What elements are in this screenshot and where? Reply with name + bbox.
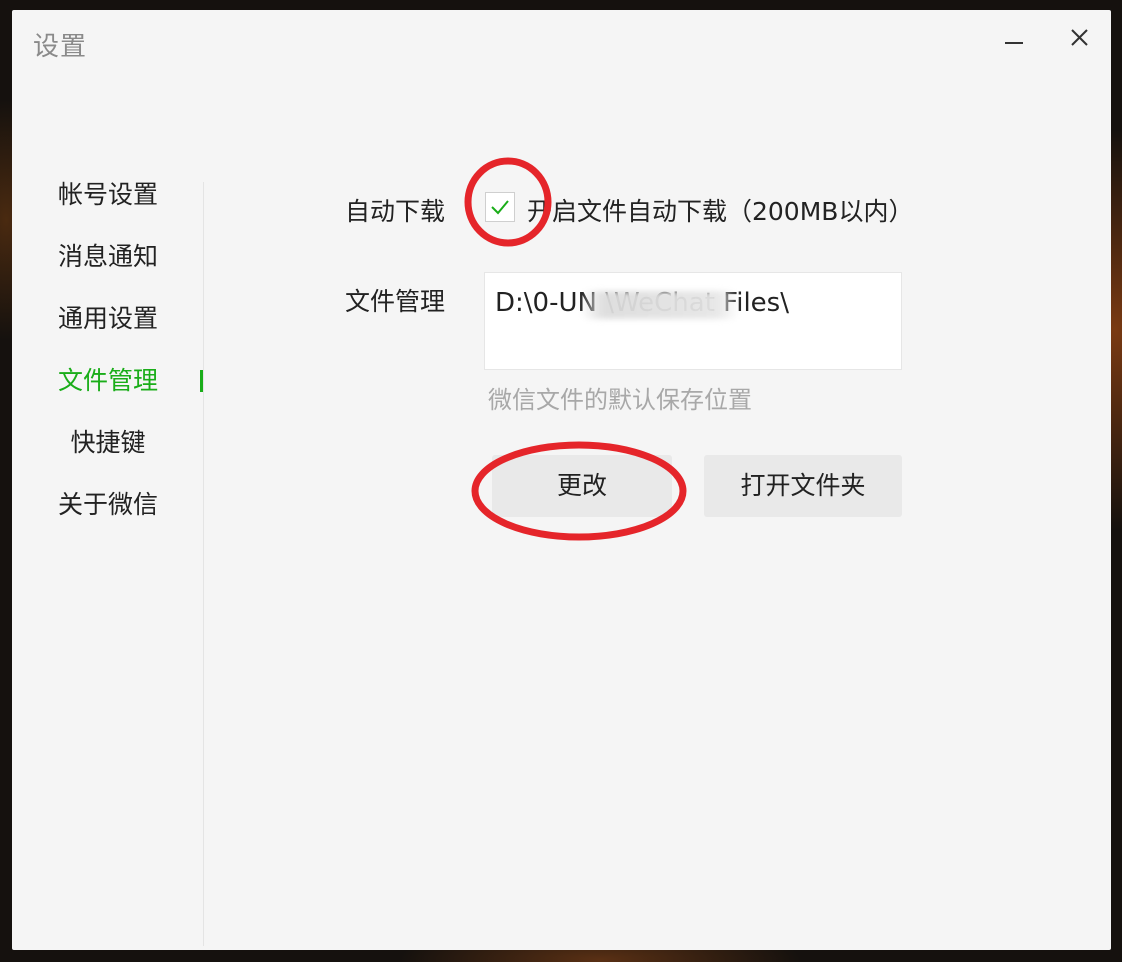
minimize-icon — [1005, 42, 1023, 44]
check-icon — [491, 200, 509, 215]
redacted-path-blur — [580, 291, 740, 319]
change-button[interactable]: 更改 — [492, 455, 672, 517]
auto-download-checkbox-label[interactable]: 开启文件自动下载（200MB以内） — [527, 192, 913, 228]
sidebar-item-notifications[interactable]: 消息通知 — [12, 232, 204, 282]
active-nav-indicator — [200, 370, 203, 392]
close-icon — [1071, 29, 1088, 46]
file-path-box: D:\0-UN \WeChat Files\ — [484, 272, 902, 370]
close-button[interactable] — [1060, 22, 1100, 54]
sidebar-item-general[interactable]: 通用设置 — [12, 294, 204, 344]
file-management-label: 文件管理 — [345, 287, 446, 316]
auto-download-label: 自动下载 — [345, 197, 446, 226]
window-title: 设置 — [33, 32, 88, 62]
sidebar-item-account[interactable]: 帐号设置 — [12, 170, 204, 220]
file-path-hint: 微信文件的默认保存位置 — [488, 386, 752, 414]
open-folder-button[interactable]: 打开文件夹 — [704, 455, 902, 517]
sidebar-item-shortcuts[interactable]: 快捷键 — [12, 418, 204, 468]
sidebar-item-file-management[interactable]: 文件管理 — [12, 356, 204, 406]
settings-window: 设置 帐号设置 消息通知 通用设置 文件管理 快捷键 关于微信 自动下载 开启文… — [12, 10, 1111, 950]
sidebar-divider — [203, 182, 204, 946]
minimize-button[interactable] — [994, 22, 1034, 54]
auto-download-checkbox[interactable] — [485, 192, 515, 222]
sidebar-item-about[interactable]: 关于微信 — [12, 480, 204, 530]
